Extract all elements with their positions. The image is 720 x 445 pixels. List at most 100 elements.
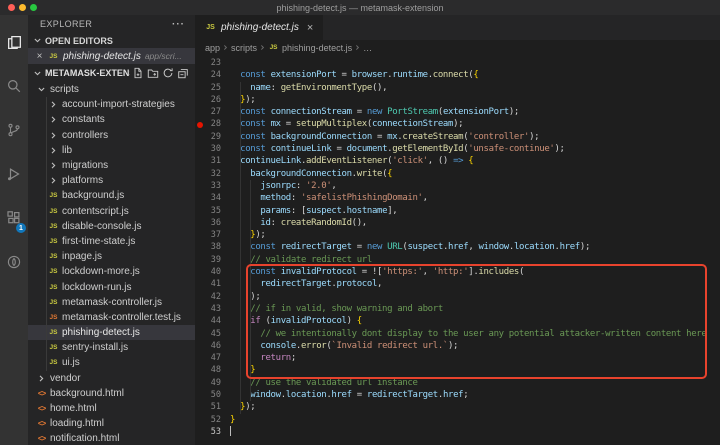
line-number[interactable]: 35 <box>204 205 221 217</box>
gutter-margin[interactable] <box>195 122 204 128</box>
line-number[interactable]: 51 <box>204 401 221 413</box>
code-line[interactable]: 35 params: [suspect.hostname], <box>195 205 720 217</box>
close-editor-icon[interactable]: × <box>35 51 44 62</box>
activity-plugin-button[interactable] <box>0 240 28 284</box>
tree-item-metamask-controller.test.js[interactable]: JSmetamask-controller.test.js <box>28 310 195 325</box>
code-line[interactable]: 31 continueLink.addEventListener('click'… <box>195 155 720 167</box>
close-button[interactable] <box>8 4 15 11</box>
code-line[interactable]: 50 window.location.href = redirectTarget… <box>195 389 720 401</box>
code-line[interactable]: 28 const mx = setupMultiplex(connectionS… <box>195 118 720 130</box>
workspace-header[interactable]: METAMASK-EXTENS... <box>28 64 195 82</box>
new-folder-icon[interactable] <box>147 67 159 79</box>
tab-phishing-detect[interactable]: JS phishing-detect.js × <box>195 15 323 40</box>
tree-item-account-import-strategies[interactable]: account-import-strategies <box>28 97 195 112</box>
zoom-button[interactable] <box>30 4 37 11</box>
line-number[interactable]: 46 <box>204 340 221 352</box>
line-number[interactable]: 48 <box>204 364 221 376</box>
collapse-all-icon[interactable] <box>177 67 189 79</box>
code-line[interactable]: 34 method: 'safelistPhishingDomain', <box>195 192 720 204</box>
line-number[interactable]: 29 <box>204 131 221 143</box>
tree-item-platforms[interactable]: platforms <box>28 173 195 188</box>
line-number[interactable]: 43 <box>204 303 221 315</box>
code-line[interactable]: 32 backgroundConnection.write({ <box>195 168 720 180</box>
code-line[interactable]: 44 if (invalidProtocol) { <box>195 315 720 327</box>
code-line[interactable]: 40 const invalidProtocol = !['https:', '… <box>195 266 720 278</box>
code-line[interactable]: 33 jsonrpc: '2.0', <box>195 180 720 192</box>
code-line[interactable]: 27 const connectionStream = new PortStre… <box>195 106 720 118</box>
line-number[interactable]: 44 <box>204 315 221 327</box>
tree-item-constants[interactable]: constants <box>28 112 195 127</box>
breadcrumb-item[interactable]: scripts <box>231 43 257 53</box>
more-actions-icon[interactable]: ··· <box>172 19 185 30</box>
line-number[interactable]: 47 <box>204 352 221 364</box>
line-number[interactable]: 25 <box>204 82 221 94</box>
line-number[interactable]: 45 <box>204 328 221 340</box>
code-line[interactable]: 48 } <box>195 364 720 376</box>
line-number[interactable]: 23 <box>204 57 221 69</box>
line-number[interactable]: 24 <box>204 69 221 81</box>
line-number[interactable]: 40 <box>204 266 221 278</box>
new-file-icon[interactable] <box>132 67 144 79</box>
line-number[interactable]: 28 <box>204 118 221 130</box>
code-line[interactable]: 42 ); <box>195 291 720 303</box>
activity-extensions-button[interactable]: 1 <box>0 196 28 240</box>
code-area[interactable]: 2324 const extensionPort = browser.runti… <box>195 55 720 445</box>
code-line[interactable]: 24 const extensionPort = browser.runtime… <box>195 69 720 81</box>
activity-source-control-button[interactable] <box>0 108 28 152</box>
code-line[interactable]: 36 id: createRandomId(), <box>195 217 720 229</box>
line-number[interactable]: 30 <box>204 143 221 155</box>
code-line[interactable]: 52} <box>195 414 720 426</box>
line-number[interactable]: 32 <box>204 168 221 180</box>
code-line[interactable]: 23 <box>195 57 720 69</box>
code-line[interactable]: 25 name: getEnvironmentType(), <box>195 82 720 94</box>
breadcrumb-item[interactable]: app <box>205 43 220 53</box>
tree-item-inpage.js[interactable]: JSinpage.js <box>28 249 195 264</box>
line-number[interactable]: 38 <box>204 241 221 253</box>
tree-item-first-time-state.js[interactable]: JSfirst-time-state.js <box>28 234 195 249</box>
tree-item-notification.html[interactable]: <>notification.html <box>28 431 195 445</box>
code-line[interactable]: 29 const backgroundConnection = mx.creat… <box>195 131 720 143</box>
tree-item-scripts[interactable]: scripts <box>28 82 195 97</box>
open-editors-header[interactable]: OPEN EDITORS <box>28 33 195 48</box>
line-number[interactable]: 31 <box>204 155 221 167</box>
tree-item-migrations[interactable]: migrations <box>28 158 195 173</box>
line-number[interactable]: 53 <box>204 426 221 438</box>
code-line[interactable]: 30 const continueLink = document.getElem… <box>195 143 720 155</box>
code-line[interactable]: 38 const redirectTarget = new URL(suspec… <box>195 241 720 253</box>
activity-explorer-button[interactable] <box>0 20 28 64</box>
line-number[interactable]: 33 <box>204 180 221 192</box>
code-line[interactable]: 46 console.error(`Invalid redirect url.`… <box>195 340 720 352</box>
code-line[interactable]: 51 }); <box>195 401 720 413</box>
line-number[interactable]: 36 <box>204 217 221 229</box>
tree-item-background.html[interactable]: <>background.html <box>28 386 195 401</box>
tree-item-home.html[interactable]: <>home.html <box>28 401 195 416</box>
tree-item-lib[interactable]: lib <box>28 143 195 158</box>
code-line[interactable]: 26 }); <box>195 94 720 106</box>
minimize-button[interactable] <box>19 4 26 11</box>
tree-item-vendor[interactable]: vendor <box>28 371 195 386</box>
tree-item-disable-console.js[interactable]: JSdisable-console.js <box>28 219 195 234</box>
line-number[interactable]: 49 <box>204 377 221 389</box>
line-number[interactable]: 52 <box>204 414 221 426</box>
line-number[interactable]: 41 <box>204 278 221 290</box>
tree-item-sentry-install.js[interactable]: JSsentry-install.js <box>28 340 195 355</box>
code-line[interactable]: 43 // if in valid, show warning and abor… <box>195 303 720 315</box>
line-number[interactable]: 34 <box>204 192 221 204</box>
tab-close-icon[interactable]: × <box>304 22 313 34</box>
code-line[interactable]: 41 redirectTarget.protocol, <box>195 278 720 290</box>
line-number[interactable]: 27 <box>204 106 221 118</box>
activity-search-button[interactable] <box>0 64 28 108</box>
breadcrumb-item[interactable]: … <box>363 43 372 53</box>
line-number[interactable]: 50 <box>204 389 221 401</box>
line-number[interactable]: 39 <box>204 254 221 266</box>
tree-item-lockdown-more.js[interactable]: JSlockdown-more.js <box>28 264 195 279</box>
code-line[interactable]: 53 <box>195 426 720 438</box>
tree-item-loading.html[interactable]: <>loading.html <box>28 416 195 431</box>
refresh-icon[interactable] <box>162 67 174 79</box>
code-line[interactable]: 37 }); <box>195 229 720 241</box>
tree-item-controllers[interactable]: controllers <box>28 128 195 143</box>
open-editor-item[interactable]: ×JSphishing-detect.jsapp/scri... <box>28 48 195 64</box>
activity-run-debug-button[interactable] <box>0 152 28 196</box>
code-line[interactable]: 39 // validate redirect url <box>195 254 720 266</box>
tree-item-ui.js[interactable]: JSui.js <box>28 355 195 370</box>
